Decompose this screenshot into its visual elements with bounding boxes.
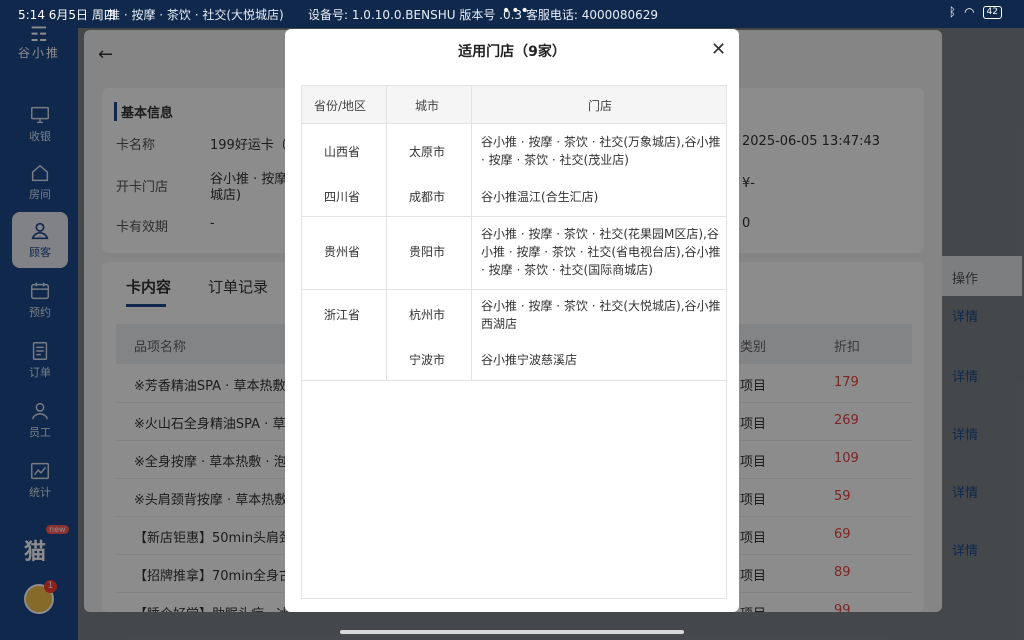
city-cell: 宁波市 bbox=[409, 353, 446, 367]
stores-table: 省份/地区 城市 门店 山西省 太原市 谷小推 · 按摩 · 茶饮 · 社交(万… bbox=[301, 85, 727, 599]
close-icon[interactable]: ✕ bbox=[711, 39, 726, 60]
province-cell: 四川省 bbox=[324, 190, 361, 204]
col-province: 省份/地区 bbox=[314, 99, 367, 113]
table-header: 省份/地区 城市 门店 bbox=[302, 86, 726, 124]
city-cell: 杭州市 bbox=[409, 308, 446, 322]
store-cell: 西湖店 bbox=[481, 317, 518, 331]
province-cell: 浙江省 bbox=[324, 308, 361, 322]
dialog-title: 适用门店（9家） bbox=[458, 44, 566, 60]
province-cell: 贵州省 bbox=[324, 245, 361, 259]
home-indicator[interactable] bbox=[340, 630, 684, 634]
status-bar: 5:14 6月5日 周四 推 · 按摩 · 茶饮 · 社交(大悦城店) 设备号:… bbox=[0, 0, 1024, 28]
store-cell: · 按摩 · 茶饮 · 社交(国际商城店) bbox=[481, 263, 653, 277]
status-device-info: 设备号: 1.0.10.0.BENSHU 版本号 .0.3 客服电话: 4000… bbox=[308, 8, 659, 22]
store-cell: 小推 · 按摩 · 茶饮 · 社交(省电视台店),谷小推 bbox=[481, 245, 721, 259]
bluetooth-icon: ᛒ bbox=[948, 5, 957, 19]
wifi-icon: ◠ bbox=[964, 5, 975, 19]
divider bbox=[386, 86, 387, 380]
divider bbox=[302, 380, 726, 381]
store-cell: 谷小推 · 按摩 · 茶饮 · 社交(万象城店),谷小推 bbox=[481, 135, 721, 149]
store-cell: 谷小推温江(合生汇店) bbox=[481, 190, 599, 204]
status-time: 5:14 6月5日 周四 bbox=[18, 8, 116, 22]
store-cell: · 按摩 · 茶饮 · 社交(茂业店) bbox=[481, 153, 629, 167]
store-cell: 谷小推宁波慈溪店 bbox=[481, 353, 578, 367]
col-city: 城市 bbox=[415, 99, 440, 113]
col-store: 门店 bbox=[588, 99, 613, 113]
city-cell: 成都市 bbox=[409, 190, 446, 204]
store-cell: 谷小推 · 按摩 · 茶饮 · 社交(大悦城店),谷小推 bbox=[481, 299, 721, 313]
city-cell: 太原市 bbox=[409, 145, 446, 159]
more-dots-icon[interactable]: ••• bbox=[502, 3, 530, 19]
applicable-stores-dialog: 适用门店（9家） ✕ 省份/地区 城市 门店 山西省 太原市 谷小推 · 按摩 … bbox=[285, 29, 739, 612]
province-cell: 山西省 bbox=[324, 145, 361, 159]
city-cell: 贵阳市 bbox=[409, 245, 446, 259]
battery-icon: 42 bbox=[982, 5, 1002, 19]
status-icons: ᛒ ◠ 42 bbox=[949, 5, 1002, 19]
status-store: 推 · 按摩 · 茶饮 · 社交(大悦城店) bbox=[108, 8, 284, 22]
divider bbox=[302, 289, 726, 290]
divider bbox=[302, 216, 726, 217]
store-cell: 谷小推 · 按摩 · 茶饮 · 社交(花果园M区店),谷 bbox=[481, 227, 719, 241]
divider bbox=[471, 86, 472, 380]
